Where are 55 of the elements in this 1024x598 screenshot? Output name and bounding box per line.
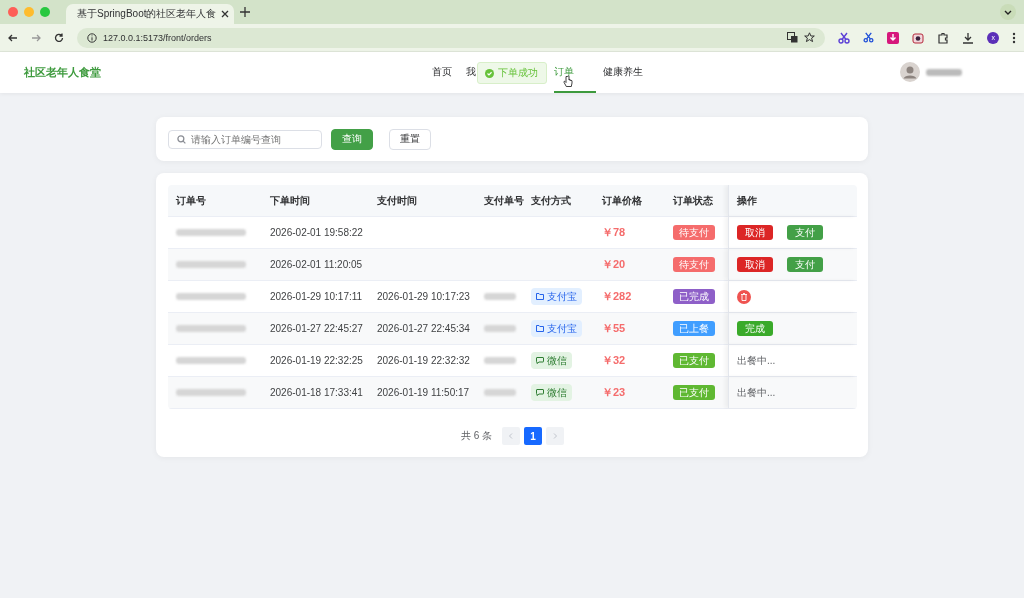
price-text: ￥55 — [601, 321, 627, 336]
status-tag: 已支付 — [673, 385, 715, 400]
status-tag: 已支付 — [673, 353, 715, 368]
page-button[interactable]: 1 — [524, 427, 543, 445]
table-cell-text: 2026-01-27 22:45:27 — [269, 323, 364, 334]
column-header: 订单状态 — [672, 193, 714, 208]
browser-tab[interactable]: 基于SpringBoot的社区老年人食 — [66, 4, 234, 24]
column-header: 支付单号 — [483, 193, 523, 208]
table-cell-text: 2026-01-18 17:33:41 — [269, 387, 364, 398]
status-tag: 已上餐 — [673, 321, 715, 336]
tab-title: 基于SpringBoot的社区老年人食 — [77, 7, 217, 21]
search-field[interactable]: 请输入订单编号查询 — [168, 129, 322, 149]
column-header: 订单号 — [175, 193, 207, 208]
address-field[interactable]: 127.0.0.1:5173/front/orders — [77, 27, 826, 48]
total-count: 共 6 条 — [460, 429, 493, 443]
site-logo-text[interactable]: 社区老年人食堂 — [24, 65, 101, 80]
table-cell: 2026-01-29 10:17:23 — [377, 291, 470, 302]
table-cell-text: 2026-02-01 11:20:05 — [269, 259, 364, 270]
column-header: 支付方式 — [530, 193, 572, 208]
column-header: 下单时间 — [269, 193, 311, 208]
action-button[interactable]: 取消 — [737, 257, 773, 272]
price-text: ￥78 — [601, 225, 627, 240]
table-cell: 2026-01-19 11:50:17 — [377, 387, 470, 398]
table-cell: 2026-01-19 22:32:32 — [377, 355, 470, 366]
table-cell-text: 2026-01-19 22:32:25 — [269, 355, 364, 366]
status-tag: 待支付 — [673, 257, 715, 272]
action-button[interactable]: 完成 — [737, 321, 773, 336]
status-tag: 待支付 — [673, 225, 715, 240]
nav-link[interactable]: 首页 — [425, 52, 459, 93]
action-button[interactable]: 支付 — [787, 257, 823, 272]
payment-method-tag: 微信 — [531, 352, 572, 369]
table-cell: 2026-01-27 22:45:34 — [377, 323, 470, 334]
payment-method-tag: 微信 — [531, 384, 572, 401]
nav-link[interactable]: 我 — [459, 52, 476, 93]
status-text: 出餐中... — [737, 353, 776, 368]
action-button[interactable]: 取消 — [737, 225, 773, 240]
column-header: 操作 — [728, 185, 857, 216]
toast-text: 下单成功 — [498, 66, 538, 80]
price-text: ￥23 — [601, 385, 627, 400]
search-input[interactable]: 请输入订单编号查询 — [191, 133, 313, 145]
table-cell-text: 2026-01-29 10:17:11 — [269, 291, 364, 302]
reset-button[interactable]: 重置 — [389, 128, 431, 150]
price-text: ￥20 — [601, 257, 627, 272]
column-header: 订单价格 — [601, 193, 643, 208]
status-text: 出餐中... — [737, 385, 776, 400]
price-text: ￥32 — [601, 353, 627, 368]
price-text: ￥282 — [601, 289, 633, 304]
nav-link[interactable]: 健康养生 — [596, 52, 650, 93]
search-button[interactable]: 查询 — [331, 128, 373, 150]
table-cell-text: 2026-02-01 19:58:22 — [269, 227, 364, 238]
payment-method-tag: 支付宝 — [531, 320, 582, 337]
payment-method-tag: 支付宝 — [531, 288, 582, 305]
column-header: 支付时间 — [376, 193, 418, 208]
status-tag: 已完成 — [673, 289, 715, 304]
action-button[interactable]: 支付 — [787, 225, 823, 240]
